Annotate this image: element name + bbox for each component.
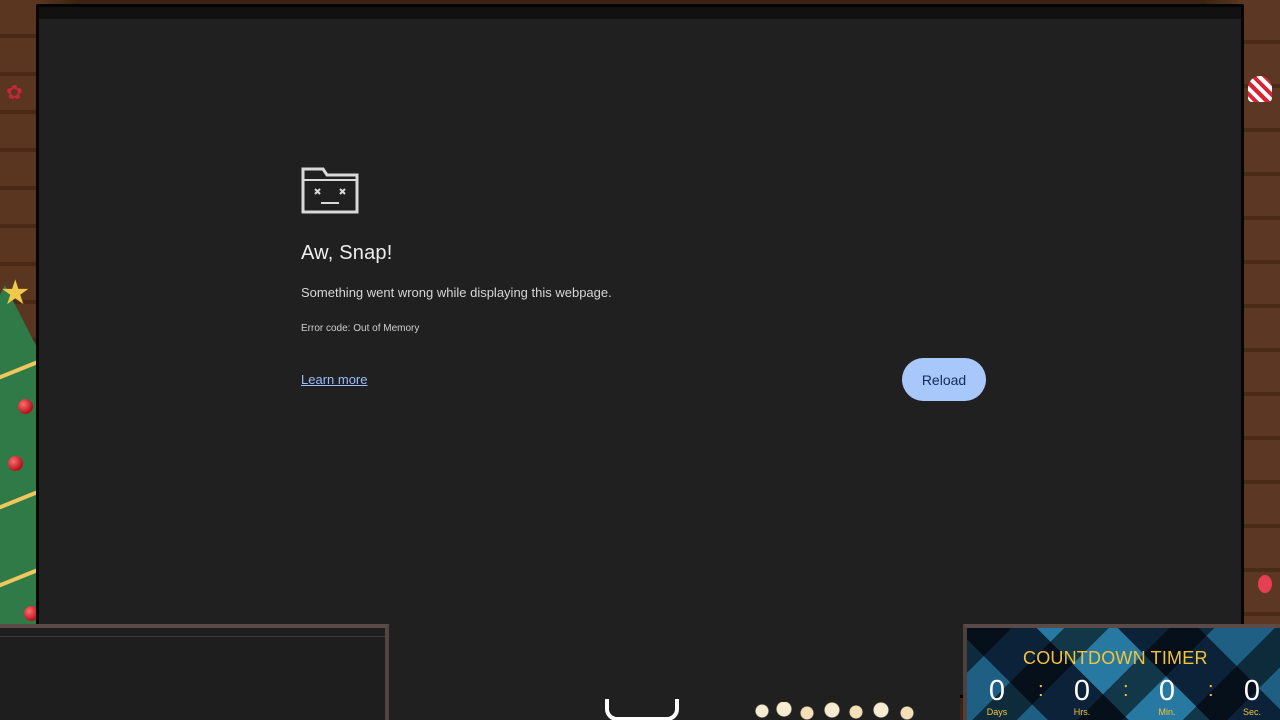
error-message: Something went wrong while displaying th… xyxy=(301,285,612,300)
ornament-icon xyxy=(1258,575,1272,593)
minutes-value: 0 xyxy=(1158,675,1176,707)
days-label: Days xyxy=(986,707,1008,717)
countdown-separator: : xyxy=(1123,679,1129,701)
bow-icon: ✿ xyxy=(6,80,23,104)
popcorn-decoration xyxy=(752,702,927,720)
seconds-value: 0 xyxy=(1243,675,1261,707)
learn-more-link[interactable]: Learn more xyxy=(301,372,367,387)
error-page: Aw, Snap! Something went wrong while dis… xyxy=(299,162,989,422)
christmas-decoration-right xyxy=(1238,0,1280,720)
error-code: Error code: Out of Memory xyxy=(301,323,420,334)
ornament-icon xyxy=(8,456,23,471)
sad-tab-icon xyxy=(301,167,359,214)
countdown-hours: 0 Hrs. xyxy=(1058,675,1106,718)
christmas-decoration-left: ✿ ★ xyxy=(0,0,43,720)
countdown-days: 0 Days xyxy=(973,675,1021,718)
countdown-separator: : xyxy=(1038,679,1044,701)
countdown-minutes: 0 Min. xyxy=(1143,675,1191,718)
hours-label: Hrs. xyxy=(1073,707,1091,717)
countdown-timer-panel: COUNTDOWN TIMER 0 Days : 0 Hrs. : 0 Min.… xyxy=(963,624,1280,720)
countdown-separator: : xyxy=(1208,679,1214,701)
hours-value: 0 xyxy=(1073,675,1091,707)
browser-window: Aw, Snap! Something went wrong while dis… xyxy=(36,4,1244,698)
seconds-label: Sec. xyxy=(1242,707,1261,717)
star-icon: ★ xyxy=(0,273,31,313)
error-title: Aw, Snap! xyxy=(301,242,393,264)
countdown-seconds: 0 Sec. xyxy=(1228,675,1276,718)
minutes-label: Min. xyxy=(1158,707,1176,717)
candy-cane-icon xyxy=(1248,76,1272,102)
bottom-left-panel xyxy=(0,624,389,720)
days-value: 0 xyxy=(988,675,1006,707)
reload-button[interactable]: Reload xyxy=(902,358,986,401)
screen: ✿ ★ Aw, Snap! Something went wrong while… xyxy=(0,0,1280,720)
countdown-title: COUNTDOWN TIMER xyxy=(1023,648,1208,668)
ornament-icon xyxy=(18,399,33,414)
